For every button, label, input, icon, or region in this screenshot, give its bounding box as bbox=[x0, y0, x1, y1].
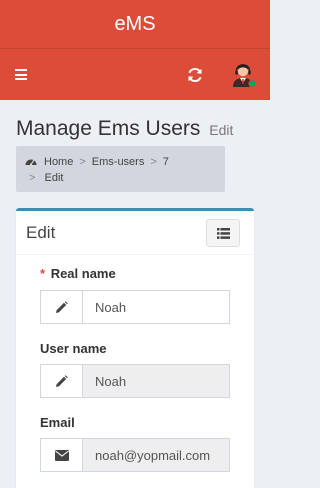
real-name-label: * Real name bbox=[40, 266, 116, 281]
user-name-field[interactable]: Noah bbox=[83, 364, 230, 398]
list-icon bbox=[216, 227, 230, 239]
real-name-field[interactable]: Noah bbox=[83, 290, 230, 324]
real-name-group: Noah bbox=[40, 290, 230, 324]
page-title-text: Manage Ems Users bbox=[16, 117, 201, 140]
refresh-icon[interactable] bbox=[186, 66, 204, 84]
email-group: noah@yopmail.com bbox=[40, 438, 230, 472]
email-field[interactable]: noah@yopmail.com bbox=[83, 438, 230, 472]
user-name-group: Noah bbox=[40, 364, 230, 398]
page-subtitle: Edit bbox=[209, 122, 234, 138]
required-marker: * bbox=[40, 266, 46, 281]
pencil-icon bbox=[56, 300, 68, 313]
email-label: Email bbox=[40, 415, 75, 430]
box-title: Edit bbox=[26, 223, 56, 242]
breadcrumb: Home > Ems-users > 7 > Edit bbox=[16, 146, 225, 192]
real-name-label-text: Real name bbox=[50, 266, 116, 281]
breadcrumb-separator: > bbox=[150, 156, 157, 168]
box-header: Edit bbox=[16, 211, 254, 255]
breadcrumb-current: Edit bbox=[44, 172, 64, 184]
edit-box: Edit * Real name Noah User name Noah Ema… bbox=[16, 208, 254, 488]
user-name-label: User name bbox=[40, 341, 107, 356]
dashboard-icon bbox=[25, 159, 37, 166]
app-title-bar: eMS bbox=[0, 0, 270, 48]
email-addon bbox=[40, 438, 83, 472]
breadcrumb-ems-users[interactable]: Ems-users bbox=[92, 154, 145, 170]
pencil-icon bbox=[56, 374, 68, 387]
real-name-addon bbox=[40, 290, 83, 324]
user-avatar-icon[interactable] bbox=[229, 60, 257, 88]
user-name-addon bbox=[40, 364, 83, 398]
page-title: Manage Ems Users Edit bbox=[16, 117, 233, 141]
breadcrumb-separator: > bbox=[79, 156, 86, 168]
breadcrumb-user-id[interactable]: 7 bbox=[163, 154, 169, 170]
app-title: eMS bbox=[114, 12, 156, 35]
breadcrumb-home[interactable]: Home bbox=[44, 154, 73, 170]
hamburger-icon[interactable] bbox=[15, 69, 27, 80]
breadcrumb-separator: > bbox=[29, 172, 36, 184]
envelope-icon bbox=[54, 449, 69, 461]
list-button[interactable] bbox=[206, 219, 240, 247]
navbar bbox=[0, 48, 270, 100]
